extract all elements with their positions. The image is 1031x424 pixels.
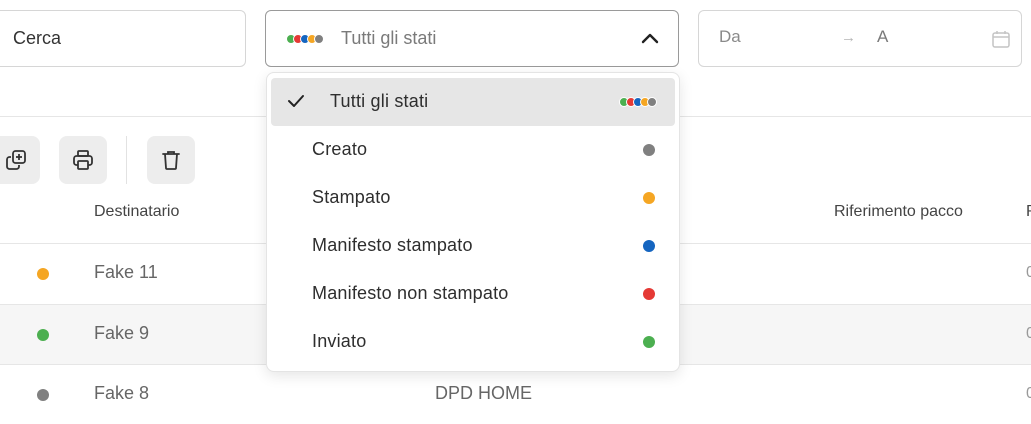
status-dot [643,240,655,252]
calendar-icon[interactable] [991,29,1011,49]
duplicate-icon [6,150,26,170]
date-from-field[interactable]: Da [719,27,741,47]
column-header-package-ref[interactable]: Riferimento pacco [834,203,963,221]
status-dot [37,329,49,341]
date-arrow: → [841,29,856,46]
carrier-cell: DPD HOME [435,383,533,403]
status-option-stampato[interactable]: Stampato [271,174,675,222]
status-option-all[interactable]: Tutti gli stati [271,78,675,126]
all-status-dots-icon [619,97,657,109]
print-icon [73,150,93,170]
recipient-cell: Fake 9 [94,323,150,343]
search-input[interactable]: Cerca [0,10,246,67]
date-to-field[interactable]: A [877,27,888,47]
option-label: Creato [312,139,368,159]
option-label: Tutti gli stati [330,91,429,111]
column-header-next[interactable]: R [1026,203,1031,221]
recipient-cell: Fake 11 [94,262,158,282]
status-option-inviato[interactable]: Inviato [271,318,675,366]
table-row[interactable]: Fake 8 DPD HOME 0 [0,365,1031,424]
next-cell: 0 [1026,264,1031,281]
option-label: Inviato [312,331,367,351]
toolbar-separator [126,136,127,184]
recipient-cell: Fake 8 [94,383,150,403]
status-dot [643,336,655,348]
chevron-up-icon[interactable] [638,27,662,51]
status-dot [643,288,655,300]
all-status-dots-icon [286,34,324,46]
trash-icon [162,151,180,170]
option-label: Manifesto non stampato [312,283,509,303]
print-button[interactable] [59,136,107,184]
delete-button[interactable] [147,136,195,184]
status-dot [643,192,655,204]
status-select[interactable]: Tutti gli stati [265,10,679,67]
status-select-value: Tutti gli stati [341,28,437,48]
search-placeholder: Cerca [13,28,62,48]
status-dot [643,144,655,156]
date-range-input[interactable]: Da → A [698,10,1022,67]
status-option-manifesto-non-stampato[interactable]: Manifesto non stampato [271,270,675,318]
status-dropdown-menu: Tutti gli stati Creato Stampato Manifest… [266,72,680,372]
duplicate-button[interactable] [0,136,40,184]
status-option-manifesto-stampato[interactable]: Manifesto stampato [271,222,675,270]
status-dot [37,389,49,401]
status-dot [37,268,49,280]
check-icon [288,95,304,107]
column-header-recipient[interactable]: Destinatario [94,203,179,221]
option-label: Stampato [312,187,391,207]
option-label: Manifesto stampato [312,235,473,255]
next-cell: 0 [1026,385,1031,402]
next-cell: 0 [1026,325,1031,342]
status-option-creato[interactable]: Creato [271,126,675,174]
